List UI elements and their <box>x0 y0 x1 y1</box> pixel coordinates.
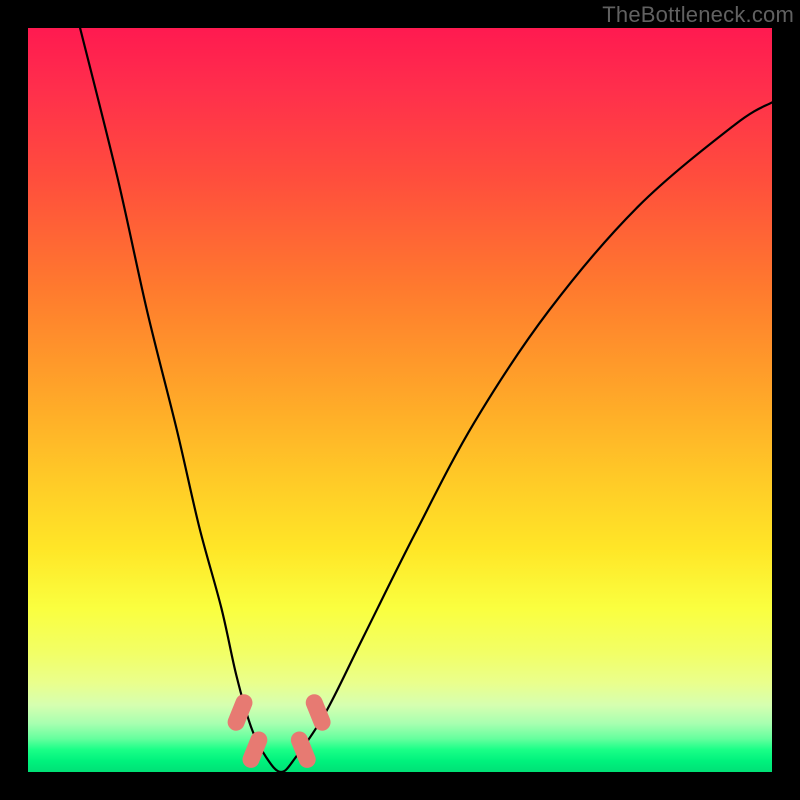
trough-marker-3 <box>288 729 318 771</box>
watermark-text: TheBottleneck.com <box>602 2 794 28</box>
trough-marker-2 <box>240 729 270 771</box>
bottleneck-curve <box>80 28 772 772</box>
curve-layer <box>28 28 772 772</box>
plot-area <box>28 28 772 772</box>
trough-markers <box>225 692 333 771</box>
trough-marker-4 <box>303 692 333 734</box>
bottleneck-chart: TheBottleneck.com <box>0 0 800 800</box>
